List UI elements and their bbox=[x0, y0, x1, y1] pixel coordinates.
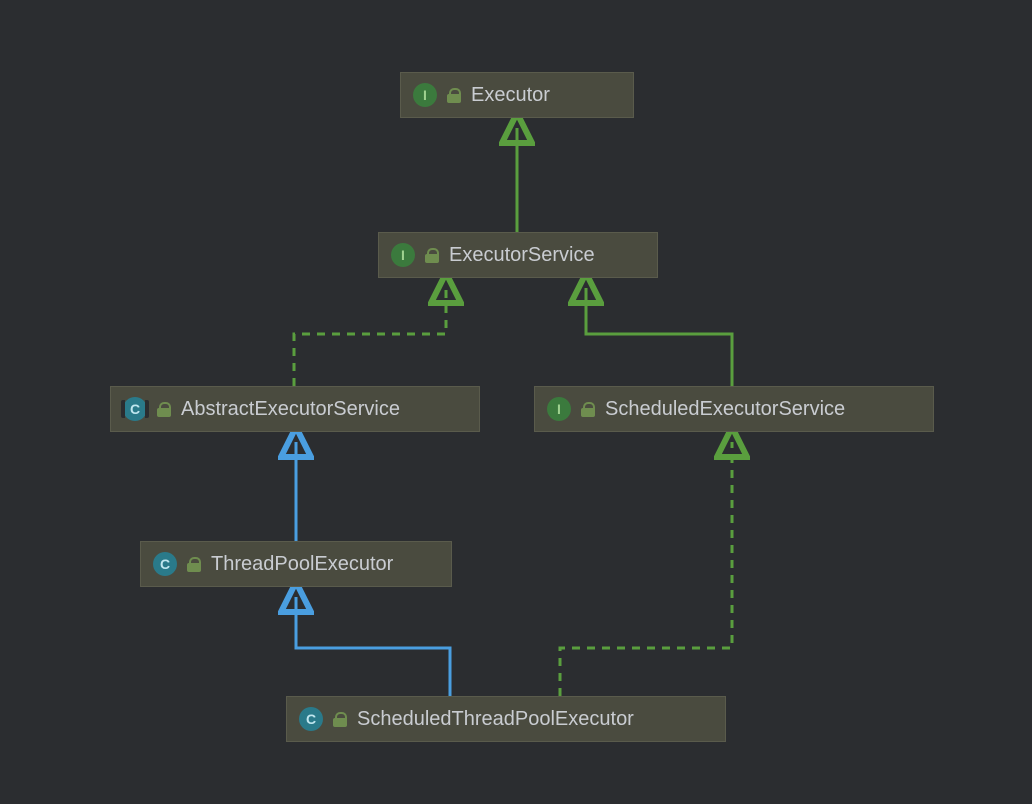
class-icon: C bbox=[299, 707, 323, 731]
edge-scheduledexecutorservice-executorservice bbox=[586, 288, 732, 386]
node-scheduledthreadpoolexecutor[interactable]: C ScheduledThreadPoolExecutor bbox=[286, 696, 726, 742]
lock-icon bbox=[333, 712, 347, 726]
lock-icon bbox=[581, 402, 595, 416]
node-label: ScheduledExecutorService bbox=[605, 398, 845, 421]
diagram-canvas: I Executor I ExecutorService C AbstractE… bbox=[0, 0, 1032, 804]
lock-icon bbox=[447, 88, 461, 102]
class-icon: C bbox=[153, 552, 177, 576]
node-abstractexecutorservice[interactable]: C AbstractExecutorService bbox=[110, 386, 480, 432]
node-label: ScheduledThreadPoolExecutor bbox=[357, 708, 634, 731]
node-executor[interactable]: I Executor bbox=[400, 72, 634, 118]
edge-scheduledthreadpoolexecutor-scheduledexecutorservice bbox=[560, 442, 732, 696]
node-label: Executor bbox=[471, 84, 550, 107]
node-label: AbstractExecutorService bbox=[181, 398, 400, 421]
node-threadpoolexecutor[interactable]: C ThreadPoolExecutor bbox=[140, 541, 452, 587]
interface-icon: I bbox=[413, 83, 437, 107]
node-label: ThreadPoolExecutor bbox=[211, 553, 393, 576]
lock-icon bbox=[157, 402, 171, 416]
lock-icon bbox=[187, 557, 201, 571]
edge-abstractexecutorservice-executorservice bbox=[294, 288, 446, 386]
node-executorservice[interactable]: I ExecutorService bbox=[378, 232, 658, 278]
node-label: ExecutorService bbox=[449, 244, 595, 267]
node-scheduledexecutorservice[interactable]: I ScheduledExecutorService bbox=[534, 386, 934, 432]
interface-icon: I bbox=[547, 397, 571, 421]
abstract-class-icon: C bbox=[123, 397, 147, 421]
edge-scheduledthreadpoolexecutor-threadpoolexecutor bbox=[296, 597, 450, 696]
interface-icon: I bbox=[391, 243, 415, 267]
lock-icon bbox=[425, 248, 439, 262]
